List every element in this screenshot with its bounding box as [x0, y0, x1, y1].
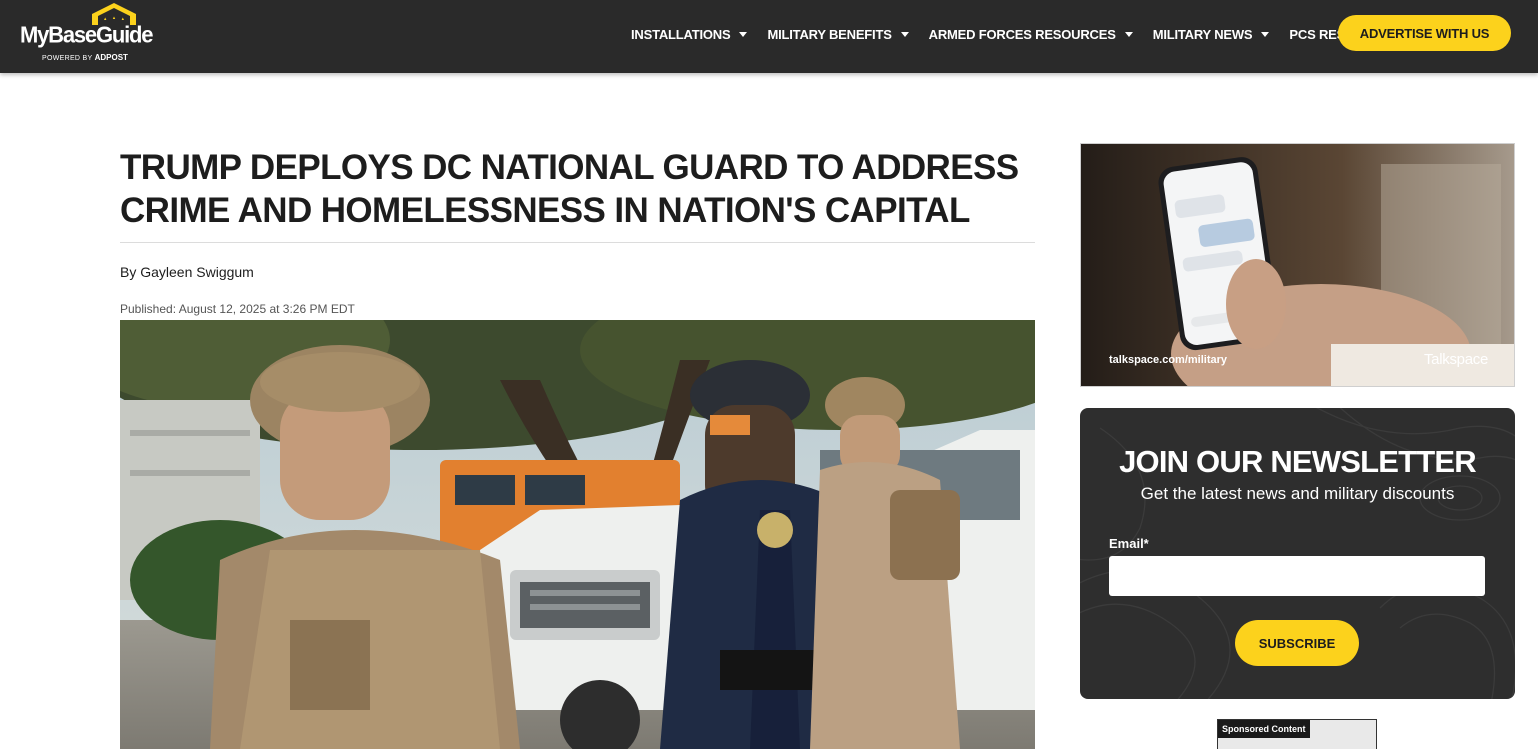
nav-label: INSTALLATIONS [631, 26, 731, 42]
main-nav: INSTALLATIONS MILITARY BENEFITS ARMED FO… [631, 23, 1417, 45]
nav-label: MILITARY BENEFITS [767, 26, 892, 42]
nav-item-military-news[interactable]: MILITARY NEWS [1153, 27, 1270, 42]
subscribe-button[interactable]: SUBSCRIBE [1235, 620, 1359, 666]
hero-photo-illustration [120, 320, 1035, 749]
nav-item-installations[interactable]: INSTALLATIONS [631, 26, 748, 42]
newsletter-subtitle: Get the latest news and military discoun… [1140, 484, 1455, 503]
sponsored-content-box[interactable]: Sponsored Content [1217, 719, 1377, 749]
email-label: Email* [1109, 536, 1149, 551]
nav-item-military-benefits[interactable]: MILITARY BENEFITS [767, 26, 909, 42]
nav-label: MILITARY NEWS [1152, 26, 1253, 42]
chevron-down-icon [1261, 31, 1270, 37]
article-published-date: Published: August 12, 2025 at 3:26 PM ED… [120, 302, 355, 316]
site-logo[interactable]: MyBaseGuide POWERED BY ADPOST [20, 2, 153, 64]
nav-item-armed-forces-resources[interactable]: ARMED FORCES RESOURCES [929, 27, 1133, 42]
advertise-button[interactable]: ADVERTISE WITH US [1338, 15, 1511, 51]
newsletter-signup: JOIN OUR NEWSLETTER Get the latest news … [1080, 408, 1515, 699]
chevron-down-icon [1124, 31, 1133, 37]
article-hero-image [120, 320, 1035, 749]
logo-wordmark: MyBaseGuide [20, 21, 153, 48]
article-headline: TRUMP DEPLOYS DC NATIONAL GUARD TO ADDRE… [120, 148, 1019, 230]
article-byline: By Gayleen Swiggum [120, 264, 254, 280]
site-header: MyBaseGuide POWERED BY ADPOST INSTALLATI… [0, 0, 1538, 73]
chevron-down-icon [739, 31, 748, 37]
ad-brand: Talkspace [1423, 351, 1488, 368]
email-field[interactable] [1109, 556, 1485, 596]
ad-url: talkspace.com/military [1109, 354, 1228, 366]
logo-tagline-prefix: POWERED BY [42, 55, 93, 62]
headline-divider [120, 242, 1035, 243]
logo-tagline-brand: ADPOST [94, 53, 128, 62]
sponsored-content-label: Sponsored Content [1218, 720, 1310, 738]
logo-tagline: POWERED BY ADPOST [42, 53, 128, 62]
newsletter-title: JOIN OUR NEWSLETTER [1119, 444, 1477, 479]
nav-label: ARMED FORCES RESOURCES [928, 26, 1116, 42]
sidebar-ad[interactable]: talkspace.com/military Talkspace [1080, 143, 1515, 387]
chevron-down-icon [900, 31, 909, 37]
